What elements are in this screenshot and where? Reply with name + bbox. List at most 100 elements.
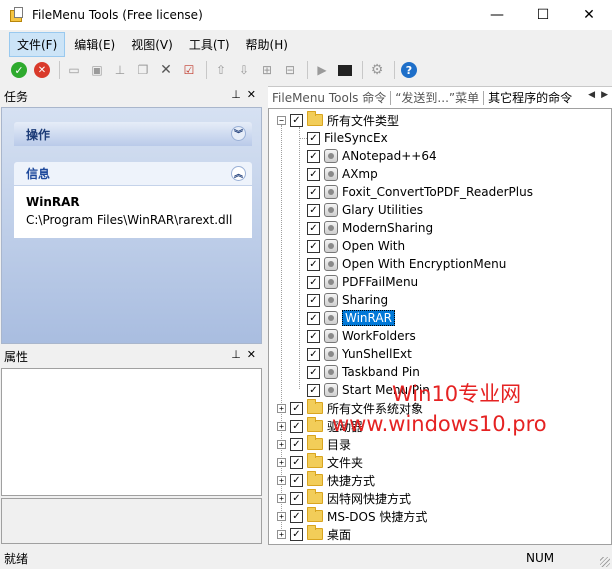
checkbox[interactable]: ✓ (307, 275, 320, 289)
console-button[interactable] (335, 60, 355, 80)
checkbox[interactable]: ✓ (290, 419, 303, 433)
menu-view[interactable]: 视图(V) (124, 33, 180, 56)
chevron-down-icon[interactable]: ︾ (231, 126, 246, 141)
checkbox[interactable]: ✓ (290, 455, 303, 469)
close-icon[interactable]: ✕ (247, 88, 256, 101)
menu-edit[interactable]: 编辑(E) (67, 33, 122, 56)
expand-icon[interactable]: + (277, 493, 286, 503)
watermark-line1: Win10专业网 (392, 382, 522, 406)
menu-tools[interactable]: 工具(T) (182, 33, 237, 56)
tree-node-folder[interactable]: + ✓ 文件夹 (277, 453, 363, 471)
tree-node-all-file-types[interactable]: − ✓ 所有文件类型 (277, 111, 399, 129)
add-separator-button[interactable]: ⊥ (110, 60, 130, 80)
pin-icon[interactable]: ⊥ (231, 348, 241, 361)
info-group-header[interactable]: 信息 ︽ (14, 162, 252, 186)
tree-node-directory[interactable]: + ✓ 目录 (277, 435, 351, 453)
help-button[interactable]: ? (399, 60, 419, 80)
discard-button[interactable]: ✕ (32, 60, 52, 80)
expand-icon[interactable]: + (277, 475, 286, 485)
checkbox[interactable]: ✓ (307, 203, 320, 217)
tab-scroll-right-icon[interactable]: ▶ (601, 90, 608, 100)
tree-node-winrar[interactable]: ✓ WinRAR (299, 309, 395, 327)
run-button[interactable]: ▶ (312, 60, 332, 80)
tree-node-workfolders[interactable]: ✓ WorkFolders (299, 327, 416, 345)
checkbox[interactable]: ✓ (307, 167, 320, 181)
app-icon (9, 7, 25, 23)
tree-node-msdos-shortcut[interactable]: + ✓ MS-DOS 快捷方式 (277, 507, 427, 525)
move-down-button[interactable]: ⇩ (234, 60, 254, 80)
tree-node-shortcut[interactable]: + ✓ 快捷方式 (277, 471, 375, 489)
expand-icon[interactable]: + (277, 529, 286, 539)
checkbox[interactable]: ✓ (290, 437, 303, 451)
expand-icon[interactable]: + (277, 403, 286, 413)
tree-node-foxit[interactable]: ✓ Foxit_ConvertToPDF_ReaderPlus (299, 183, 533, 201)
collapse-button[interactable]: ⊟ (280, 60, 300, 80)
actions-group-header[interactable]: 操作 ︾ (14, 122, 252, 146)
apply-button[interactable]: ✓ (9, 60, 29, 80)
expand-icon[interactable]: + (277, 439, 286, 449)
expand-icon[interactable]: + (277, 511, 286, 521)
checkbox[interactable]: ✓ (290, 473, 303, 487)
checkbox[interactable]: ✓ (307, 185, 320, 199)
close-button[interactable]: ✕ (566, 0, 612, 30)
tree-node-anotepad[interactable]: ✓ ANotepad++64 (299, 147, 437, 165)
checkbox[interactable]: ✓ (307, 131, 320, 145)
expand-button[interactable]: ⊞ (257, 60, 277, 80)
copy-button[interactable]: ❐ (133, 60, 153, 80)
chevron-up-icon[interactable]: ︽ (231, 166, 246, 181)
delete-button[interactable]: ✕ (156, 60, 176, 80)
add-command-button[interactable]: ▣ (87, 60, 107, 80)
resize-grip[interactable] (600, 557, 610, 567)
tree-node-label-selected: WinRAR (342, 310, 395, 326)
tree-node-open-with-encryption[interactable]: ✓ Open With EncryptionMenu (299, 255, 506, 273)
minimize-button[interactable]: — (474, 0, 520, 30)
tree-node-modernsharing[interactable]: ✓ ModernSharing (299, 219, 433, 237)
move-up-button[interactable]: ⇧ (211, 60, 231, 80)
checkbox[interactable]: ✓ (307, 257, 320, 271)
tree-node-label: 所有文件类型 (327, 113, 400, 128)
console-icon (338, 64, 352, 76)
tab-send-to-menu[interactable]: “发送到...”菜单 (391, 89, 483, 106)
tree-node-glary[interactable]: ✓ Glary Utilities (299, 201, 423, 219)
tab-scroll-left-icon[interactable]: ◀ (588, 90, 595, 100)
checkbox[interactable]: ✓ (307, 239, 320, 253)
delete-icon: ✕ (160, 62, 172, 78)
checkbox[interactable]: ✓ (307, 311, 320, 325)
checkbox[interactable]: ✓ (307, 365, 320, 379)
checkbox[interactable]: ✓ (290, 509, 303, 523)
checkbox[interactable]: ✓ (290, 527, 303, 541)
tab-filemenu-commands[interactable]: FileMenu Tools 命令 (268, 89, 390, 106)
tree-node-sharing[interactable]: ✓ Sharing (299, 291, 388, 309)
checkbox[interactable]: ✓ (307, 149, 320, 163)
help-icon: ? (401, 62, 417, 78)
maximize-button[interactable]: ☐ (520, 0, 566, 30)
close-icon[interactable]: ✕ (247, 348, 256, 361)
options-button[interactable]: ⚙ (367, 60, 387, 80)
tree-node-filesyncex[interactable]: ✓ FileSyncEx (299, 129, 388, 147)
tree-node-desktop[interactable]: + ✓ 桌面 (277, 525, 351, 543)
tree-node-open-with[interactable]: ✓ Open With (299, 237, 405, 255)
checkbox[interactable]: ✓ (290, 113, 303, 127)
checkbox[interactable]: ✓ (307, 347, 320, 361)
add-folder-button[interactable]: ▭ (64, 60, 84, 80)
checkbox[interactable]: ✓ (307, 221, 320, 235)
tab-other-programs[interactable]: 其它程序的命令 (484, 89, 577, 106)
expand-icon[interactable]: + (277, 421, 286, 431)
checkbox[interactable]: ✓ (290, 491, 303, 505)
command-icon (324, 185, 338, 199)
checkbox[interactable]: ✓ (307, 329, 320, 343)
tree-node-label: MS-DOS 快捷方式 (327, 509, 428, 524)
pin-icon[interactable]: ⊥ (231, 88, 241, 101)
tree-node-internet-shortcut[interactable]: + ✓ 因特网快捷方式 (277, 489, 411, 507)
menu-file[interactable]: 文件(F) (9, 31, 66, 57)
tree-node-yunshellext[interactable]: ✓ YunShellExt (299, 345, 412, 363)
edit-button[interactable]: ☑ (179, 60, 199, 80)
tree-node-axmp[interactable]: ✓ AXmp (299, 165, 378, 183)
checkbox[interactable]: ✓ (307, 293, 320, 307)
checkbox[interactable]: ✓ (290, 401, 303, 415)
menu-help[interactable]: 帮助(H) (239, 33, 295, 56)
checkbox[interactable]: ✓ (307, 383, 320, 397)
collapse-icon[interactable]: − (277, 115, 286, 125)
expand-icon[interactable]: + (277, 457, 286, 467)
tree-node-pdffailmenu[interactable]: ✓ PDFFailMenu (299, 273, 418, 291)
